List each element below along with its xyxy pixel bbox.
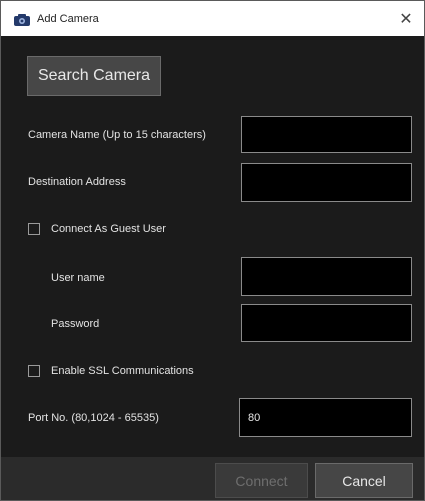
connect-button[interactable]: Connect — [215, 463, 308, 498]
ssl-checkbox[interactable] — [28, 365, 40, 377]
port-label: Port No. (80,1024 - 65535) — [28, 412, 159, 424]
guest-user-label: Connect As Guest User — [51, 223, 166, 235]
password-label: Password — [51, 318, 100, 330]
guest-user-checkbox[interactable] — [28, 223, 40, 235]
destination-address-input[interactable] — [241, 163, 412, 202]
window-title: Add Camera — [37, 12, 99, 25]
camera-app-icon — [13, 12, 31, 26]
password-input[interactable] — [241, 304, 412, 342]
close-icon[interactable]: ✕ — [396, 8, 416, 28]
user-name-input[interactable] — [241, 257, 412, 296]
camera-name-input[interactable] — [241, 116, 412, 153]
cancel-button[interactable]: Cancel — [315, 463, 413, 498]
title-bar: Add Camera ✕ — [1, 1, 424, 36]
port-input[interactable]: 80 — [239, 398, 412, 437]
camera-name-label: Camera Name (Up to 15 characters) — [28, 129, 206, 141]
user-name-label: User name — [51, 272, 105, 284]
search-camera-button[interactable]: Search Camera — [27, 56, 161, 96]
add-camera-dialog: Add Camera ✕ Search Camera Camera Name (… — [0, 0, 425, 501]
destination-address-label: Destination Address — [28, 176, 126, 188]
ssl-label: Enable SSL Communications — [51, 365, 194, 377]
